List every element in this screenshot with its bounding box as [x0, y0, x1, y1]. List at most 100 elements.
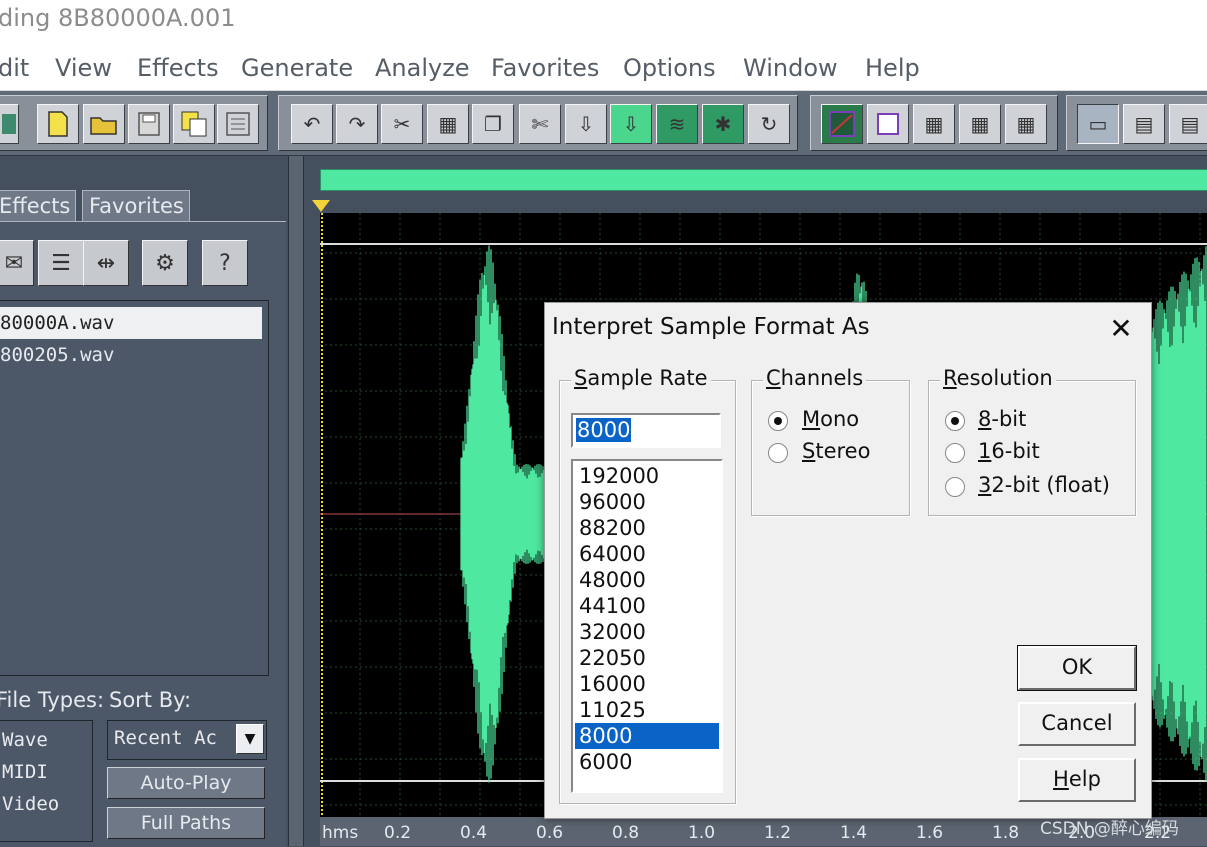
- menu-effects[interactable]: Effects: [137, 54, 219, 82]
- list-item[interactable]: MIDI: [2, 761, 48, 783]
- noise-icon[interactable]: ✱: [702, 104, 744, 144]
- menu-favorites[interactable]: Favorites: [491, 54, 599, 82]
- file-types-list: Wave MIDI Video: [0, 720, 93, 842]
- tab-effects[interactable]: Effects: [0, 190, 76, 222]
- cancel-button[interactable]: Cancel: [1018, 702, 1136, 746]
- options-icon[interactable]: ⚙: [142, 240, 188, 286]
- full-paths-button[interactable]: Full Paths: [107, 807, 265, 839]
- envelope-icon[interactable]: [821, 104, 863, 144]
- sample-rate-input[interactable]: 8000: [571, 413, 721, 448]
- watermark: CSDN @醉心编码: [1040, 819, 1179, 839]
- ruler-tick-label: 0.2: [384, 823, 412, 843]
- sample-rate-option[interactable]: 48000: [575, 567, 719, 593]
- sort-by-select[interactable]: Recent Ac ▼: [107, 720, 267, 760]
- menu-help[interactable]: Help: [865, 54, 920, 82]
- paste-new-icon[interactable]: ⇩: [610, 104, 652, 144]
- channels-legend-text: hannels: [780, 366, 864, 390]
- sample-rate-legend-text: ample Rate: [587, 366, 708, 390]
- toolbar-group-view: ▦ ▦ ▦: [810, 95, 1058, 151]
- window3-icon[interactable]: ▤: [1169, 104, 1207, 144]
- loop-icon[interactable]: ↻: [748, 104, 790, 144]
- mono-radio[interactable]: [768, 411, 788, 431]
- ruler-tick-label: 1.2: [764, 823, 792, 843]
- insert-multitrack-icon[interactable]: ⇹: [83, 240, 129, 286]
- sample-rate-option[interactable]: 44100: [575, 593, 719, 619]
- panel-divider[interactable]: [288, 156, 304, 846]
- sample-rate-option[interactable]: 22050: [575, 645, 719, 671]
- menu-view[interactable]: View: [55, 54, 112, 82]
- channels-legend: Channels: [763, 366, 867, 390]
- sample-rate-option[interactable]: 8000: [575, 723, 719, 749]
- save-all-icon[interactable]: [173, 104, 215, 144]
- help-icon[interactable]: ?: [202, 240, 248, 286]
- sample-rate-option[interactable]: 32000: [575, 619, 719, 645]
- open-folder-icon[interactable]: [83, 104, 125, 144]
- sample-rate-input-value: 8000: [576, 418, 632, 442]
- 32-bit-float-radio[interactable]: [945, 477, 965, 497]
- sample-rate-option[interactable]: 88200: [575, 515, 719, 541]
- help-button-rest: elp: [1068, 767, 1101, 791]
- list-item[interactable]: 800205.wav: [0, 339, 262, 371]
- close-file-icon[interactable]: ✉: [0, 240, 34, 286]
- sample-rate-option[interactable]: 192000: [575, 463, 719, 489]
- insert-icon[interactable]: ☰: [38, 240, 84, 286]
- sample-rate-option[interactable]: 64000: [575, 541, 719, 567]
- ruler-tick-label: 1.6: [916, 823, 944, 843]
- sample-rate-option[interactable]: 16000: [575, 671, 719, 697]
- sample-rate-list[interactable]: 192000 96000 88200 64000 48000 44100 32000 2205…: [571, 459, 723, 793]
- grid3-icon[interactable]: ▦: [1005, 104, 1047, 144]
- list-item[interactable]: Wave: [2, 729, 48, 751]
- window1-icon[interactable]: ▭: [1077, 104, 1119, 144]
- undo-icon[interactable]: ↶: [291, 104, 333, 144]
- stereo-radio[interactable]: [768, 443, 788, 463]
- ruler-tick-label: 0.6: [536, 823, 564, 843]
- sample-rate-option[interactable]: 11025: [575, 697, 719, 723]
- window2-icon[interactable]: ▤: [1123, 104, 1165, 144]
- help-button[interactable]: Help: [1018, 758, 1136, 802]
- grid1-icon[interactable]: ▦: [913, 104, 955, 144]
- 16-bit-radio[interactable]: [945, 443, 965, 463]
- auto-play-button[interactable]: Auto-Play: [107, 767, 265, 799]
- tab-favorites[interactable]: Favorites: [82, 190, 190, 222]
- 32-bit-float-label-rest: 2-bit (float): [991, 473, 1110, 497]
- trim-icon[interactable]: ✂: [381, 104, 423, 144]
- generate-icon[interactable]: ≋: [656, 104, 698, 144]
- menu-window[interactable]: Window: [743, 54, 838, 82]
- menu-generate[interactable]: Generate: [241, 54, 353, 82]
- waveform-overview[interactable]: [320, 169, 1207, 191]
- stereo-label-rest: tereo: [815, 439, 871, 463]
- window-title: ding 8B80000A.001: [0, 4, 236, 32]
- menu-analyze[interactable]: Analyze: [375, 54, 470, 82]
- batch-icon[interactable]: [217, 104, 259, 144]
- ok-button[interactable]: OK: [1017, 645, 1137, 691]
- new-file-icon[interactable]: [37, 104, 79, 144]
- toolbar: ↶ ↷ ✂ ▦ ❐ ✄ ⇩ ⇩ ≋ ✱ ↻ ▦ ▦ ▦ ▭ ▤ ▤: [0, 91, 1207, 156]
- copy-icon[interactable]: ❐: [472, 104, 514, 144]
- toolbar-group-file: [0, 95, 268, 151]
- chevron-down-icon[interactable]: ▼: [236, 724, 264, 754]
- ruler-tick-label: 1.8: [992, 823, 1020, 843]
- cut-icon[interactable]: ✄: [519, 104, 561, 144]
- menu-options[interactable]: Options: [623, 54, 716, 82]
- paste-icon[interactable]: ⇩: [565, 104, 607, 144]
- list-item[interactable]: Video: [2, 793, 59, 815]
- redo-icon[interactable]: ↷: [336, 104, 378, 144]
- close-icon[interactable]: ✕: [1101, 311, 1141, 347]
- grid2-icon[interactable]: ▦: [959, 104, 1001, 144]
- sample-rate-option[interactable]: 96000: [575, 489, 719, 515]
- view-icon[interactable]: [867, 104, 909, 144]
- resolution-legend-text: esolution: [956, 366, 1053, 390]
- toolbar-icon[interactable]: [0, 104, 19, 144]
- 8-bit-label-rest: -bit: [991, 407, 1027, 431]
- 8-bit-radio[interactable]: [945, 411, 965, 431]
- mix-paste-icon[interactable]: ▦: [427, 104, 469, 144]
- mono-label-rest: ono: [820, 407, 860, 431]
- 16-bit-label-rest: 6-bit: [991, 439, 1040, 463]
- menu-edit[interactable]: dit: [0, 54, 29, 82]
- save-icon[interactable]: [128, 104, 170, 144]
- sample-rate-option[interactable]: 6000: [575, 749, 719, 775]
- playhead-marker-icon[interactable]: [312, 200, 330, 212]
- stereo-label: Stereo: [802, 439, 871, 463]
- list-item[interactable]: 80000A.wav: [0, 307, 262, 339]
- 8-bit-label: 8-bit: [978, 407, 1027, 431]
